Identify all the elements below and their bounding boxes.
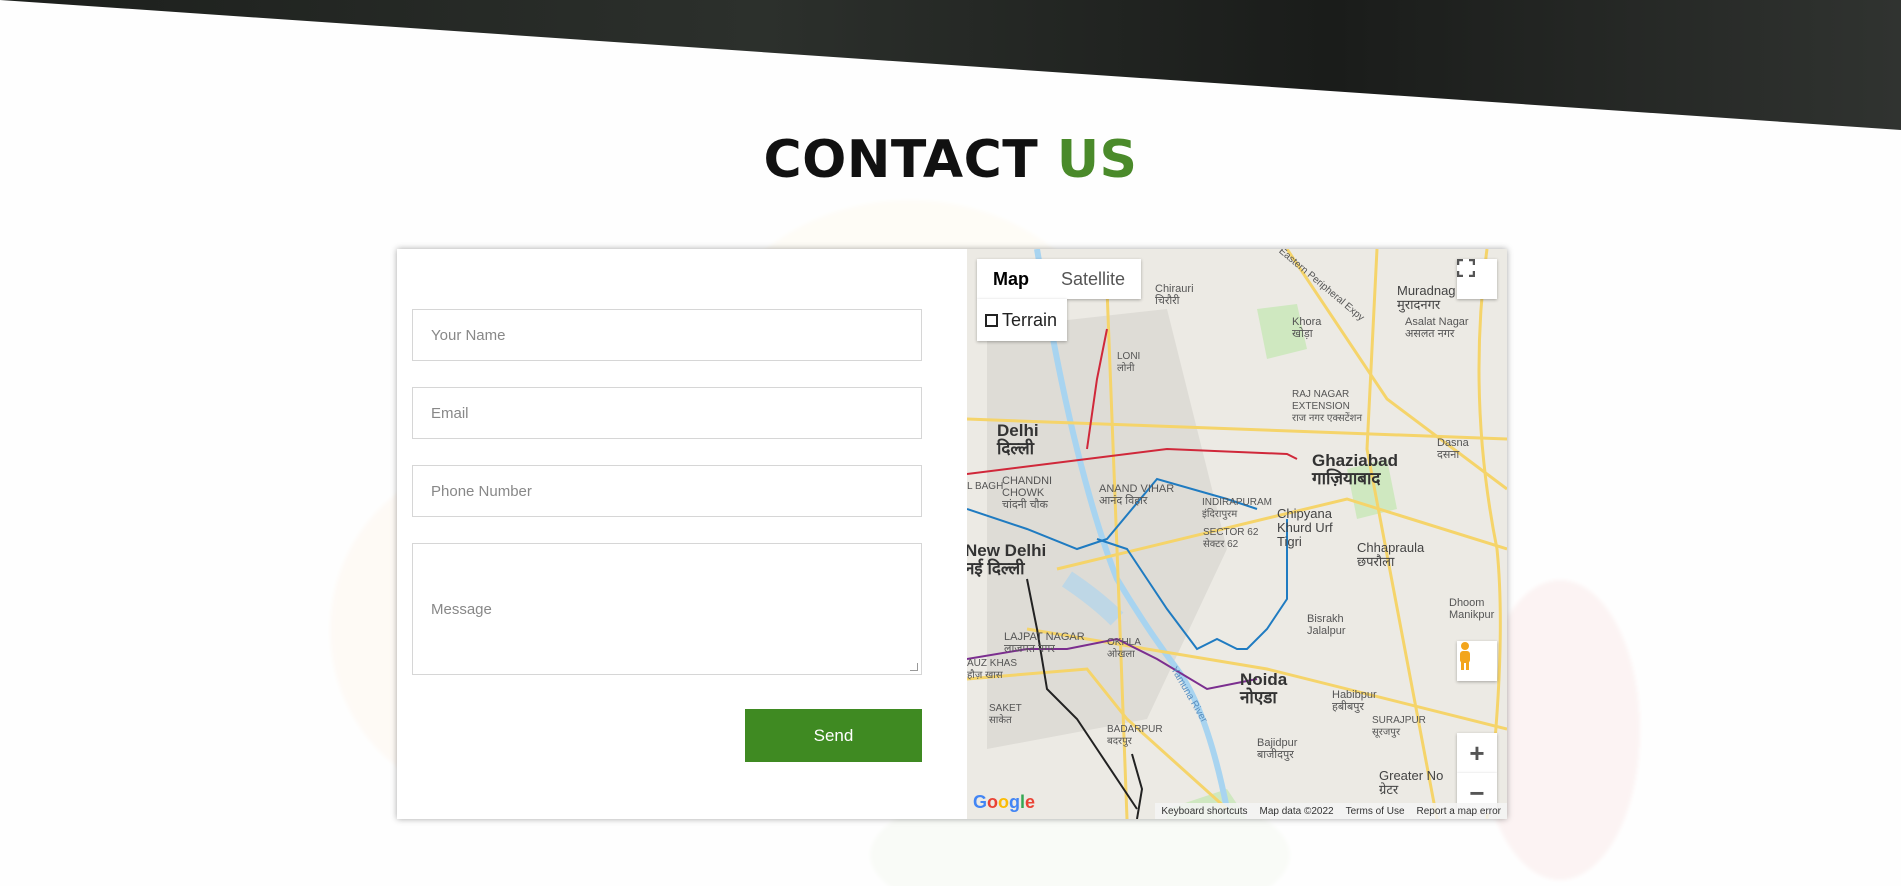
label-dhoom-manikpur: Dhoom Manikpur (1449, 597, 1495, 621)
pegman-icon (1460, 642, 1470, 670)
label-dasna: Dasna दसना (1437, 437, 1469, 461)
label-indirapuram: INDIRAPURAM इंदिरापुरम (1202, 497, 1273, 520)
contact-card: Your Name Email Phone Number Message Sen… (397, 249, 1507, 819)
send-button[interactable]: Send (745, 709, 922, 762)
label-badarpur: BADARPUR बदरपुर (1107, 724, 1163, 747)
zoom-in-button[interactable]: + (1457, 733, 1497, 773)
label-hauz-khas: AUZ KHAS हौज़ खास (967, 658, 1018, 681)
title-part-2: US (1056, 130, 1138, 190)
label-asalat-nagar: Asalat Nagar असलत नगर (1405, 316, 1469, 340)
map-type-map-button[interactable]: Map (977, 259, 1045, 299)
phone-placeholder: Phone Number (431, 482, 532, 500)
label-greater-noida: Greater No ग्रेटर (1379, 768, 1444, 797)
street-view-pegman[interactable] (1457, 641, 1497, 681)
label-okhla: OKHLA ओखला (1107, 637, 1141, 660)
label-raj-nagar: RAJ NAGAR EXTENSION राज नगर एक्सटेंशन (1292, 389, 1362, 424)
terrain-label: Terrain (1002, 309, 1058, 330)
label-chirauri: Chirauri चिरौरी (1155, 283, 1194, 307)
label-surajpur: SURAJPUR सूरजपुर (1372, 715, 1426, 738)
label-new-delhi: New Delhi नई दिल्ली (967, 541, 1047, 578)
label-muradnagar: Muradnag मुरादनगर (1397, 283, 1456, 312)
label-noida: Noida नोएडा (1240, 670, 1288, 707)
contact-form: Your Name Email Phone Number Message Sen… (412, 309, 922, 762)
page-title: CONTACT US (0, 130, 1901, 190)
label-bajidpur: Bajidpur बाजीदपुर (1257, 737, 1298, 761)
label-chhapraula: Chhapraula छपरौला (1357, 540, 1425, 569)
map-type-satellite-button[interactable]: Satellite (1045, 259, 1141, 299)
label-chandni-chowk: CHANDNI CHOWK चांदनी चौक (1002, 475, 1053, 511)
map-data-text: Map data ©2022 (1259, 805, 1334, 817)
email-placeholder: Email (431, 404, 469, 422)
keyboard-shortcuts-link[interactable]: Keyboard shortcuts (1161, 806, 1247, 817)
label-loni: LONI लोनी (1117, 351, 1141, 374)
name-placeholder: Your Name (431, 326, 506, 344)
report-error-link[interactable]: Report a map error (1417, 806, 1501, 817)
phone-field[interactable]: Phone Number (412, 465, 922, 517)
label-habibpur: Habibpur हबीबपुर (1332, 689, 1377, 713)
label-ghaziabad: Ghaziabad गाज़ियाबाद (1312, 451, 1398, 488)
map-attribution: Keyboard shortcuts Map data ©2022 Terms … (1155, 803, 1507, 819)
fullscreen-icon (1457, 259, 1475, 277)
google-logo: Google (973, 792, 1036, 812)
label-sector-62: SECTOR 62 सेक्टर 62 (1203, 527, 1259, 550)
terms-link[interactable]: Terms of Use (1346, 806, 1405, 817)
name-field[interactable]: Your Name (412, 309, 922, 361)
label-khora: Khora खोड़ा (1292, 316, 1322, 340)
message-placeholder: Message (431, 600, 492, 618)
message-field[interactable]: Message (412, 543, 922, 675)
fullscreen-button[interactable] (1457, 259, 1497, 299)
label-anand-vihar: ANAND VIHAR आनंद विहार (1099, 483, 1175, 507)
checkbox-icon[interactable] (985, 313, 998, 327)
label-saket: SAKET साकेत (989, 703, 1022, 726)
title-part-1: CONTACT (763, 130, 1039, 190)
label-bagh: L BAGH (967, 481, 1004, 492)
map-type-control: Map Satellite (977, 259, 1142, 299)
label-lajpat-nagar: LAJPAT NAGAR लाजपत नगर (1004, 631, 1085, 655)
terrain-toggle[interactable]: Terrain (977, 299, 1067, 341)
email-field[interactable]: Email (412, 387, 922, 439)
label-bisrakh: Bisrakh Jalalpur (1307, 613, 1346, 637)
label-chipyana: Chipyana Khurd Urf Tigri (1277, 506, 1333, 549)
resize-handle-icon[interactable] (910, 663, 918, 671)
google-map[interactable]: Delhi दिल्ली New Delhi नई दिल्ली Ghaziabad… (967, 249, 1507, 819)
label-delhi: Delhi दिल्ली (997, 421, 1039, 458)
